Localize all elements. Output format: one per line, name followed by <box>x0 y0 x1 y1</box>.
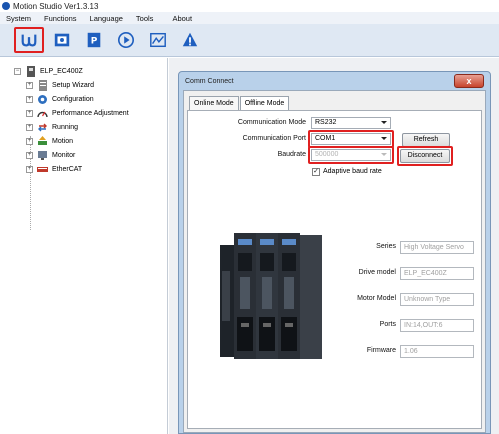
refresh-button[interactable]: Refresh <box>402 133 450 147</box>
expand-icon[interactable]: + <box>26 95 33 103</box>
menu-tools[interactable]: Tools <box>130 14 161 23</box>
connection-panel: Communication Mode RS232 Communication P… <box>187 110 482 429</box>
wizard-icon <box>37 79 48 91</box>
run-icon <box>117 31 135 49</box>
tree-item-ethercat[interactable]: + EtherCAT <box>0 162 167 176</box>
monitor-screen-button[interactable] <box>50 28 74 52</box>
expand-icon[interactable]: + <box>26 109 33 117</box>
tree-item-motion[interactable]: + Motion <box>0 134 167 148</box>
drive-icon <box>25 65 36 77</box>
window-title: Motion Studio Ver1.3.13 <box>13 1 99 11</box>
alarm-button[interactable] <box>178 28 202 52</box>
loop-arrows-icon <box>37 122 48 133</box>
motion-icon <box>37 135 48 147</box>
expand-icon[interactable]: + <box>26 165 33 173</box>
comm-mode-label: Communication Mode <box>237 119 306 126</box>
tab-online-mode[interactable]: Online Mode <box>189 96 239 110</box>
monitor-screen-icon <box>54 33 70 47</box>
tree-root[interactable]: − ELP_EC400Z <box>0 64 167 78</box>
ports-label: Ports <box>379 321 396 328</box>
connect-icon <box>21 34 37 47</box>
expand-icon[interactable]: + <box>26 151 33 159</box>
dialog-body: Online Mode Offline Mode Communication M… <box>183 90 486 433</box>
toolbar: P <box>0 24 499 57</box>
drive-model-field: ELP_EC400Z <box>400 267 474 280</box>
gauge-icon <box>37 108 48 119</box>
device-tree: − ELP_EC400Z + Setup Wizard + Configurat… <box>0 58 168 434</box>
tab-offline-mode[interactable]: Offline Mode <box>239 96 290 110</box>
comm-mode-select[interactable]: RS232 <box>311 117 391 129</box>
tree-item-performance-adjustment[interactable]: + Performance Adjustment <box>0 106 167 120</box>
baudrate-label: Baudrate <box>277 151 306 158</box>
app-logo-icon <box>2 2 10 10</box>
svg-text:P: P <box>91 37 98 47</box>
menu-about[interactable]: About <box>166 14 199 23</box>
series-label: Series <box>376 243 396 250</box>
scope-button[interactable] <box>146 28 170 52</box>
disconnect-highlight <box>397 146 453 166</box>
collapse-icon[interactable]: − <box>14 67 21 75</box>
tree-item-label: Running <box>52 123 79 131</box>
ports-field: IN:14,OUT:6 <box>400 319 474 332</box>
menu-functions[interactable]: Functions <box>38 14 84 23</box>
connect-button[interactable] <box>14 27 44 53</box>
tree-item-label: Configuration <box>52 95 94 103</box>
motor-model-label: Motor Model <box>357 295 396 302</box>
monitor-icon <box>37 150 48 161</box>
expand-icon[interactable]: + <box>26 123 33 131</box>
tree-item-running[interactable]: + Running <box>0 120 167 134</box>
tree-item-label: Motion <box>52 137 74 145</box>
close-button[interactable]: x <box>454 74 484 88</box>
chevron-down-icon <box>381 121 387 124</box>
tree-item-setup-wizard[interactable]: + Setup Wizard <box>0 78 167 92</box>
menu-bar: System Functions Language Tools About <box>0 12 499 24</box>
drive-unit <box>220 233 322 359</box>
menu-language[interactable]: Language <box>84 14 130 23</box>
tree-root-label: ELP_EC400Z <box>40 67 83 75</box>
menu-system[interactable]: System <box>0 14 38 23</box>
series-field: High Voltage Servo <box>400 241 474 254</box>
parameter-icon: P <box>87 32 101 48</box>
tree-item-label: Setup Wizard <box>52 81 95 89</box>
adaptive-baud-checkbox[interactable]: ✓ <box>312 168 320 176</box>
drive-model-label: Drive model <box>358 269 396 276</box>
comm-port-label: Communication Port <box>242 135 306 142</box>
comm-mode-value: RS232 <box>315 119 337 126</box>
adaptive-baud-label: Adaptive baud rate <box>323 168 382 175</box>
gear-icon <box>37 94 48 105</box>
tree-item-label: Monitor <box>52 151 76 159</box>
baudrate-highlight <box>308 146 394 164</box>
scope-icon <box>150 32 166 48</box>
firmware-label: Firmware <box>366 347 396 354</box>
title-bar: Motion Studio Ver1.3.13 <box>0 0 499 12</box>
tree-item-configuration[interactable]: + Configuration <box>0 92 167 106</box>
run-button[interactable] <box>114 28 138 52</box>
firmware-field: 1.06 <box>400 345 474 358</box>
expand-icon[interactable]: + <box>26 81 33 89</box>
dialog-title: Comm Connect <box>185 78 234 85</box>
tree-item-label: EtherCAT <box>52 165 83 173</box>
comm-connect-dialog: Comm Connect x Online Mode Offline Mode … <box>178 71 491 434</box>
mode-tabs: Online Mode Offline Mode <box>189 96 290 110</box>
ethercat-icon <box>37 164 48 175</box>
motor-model-field: Unknown Type <box>400 293 474 306</box>
tree-item-label: Performance Adjustment <box>52 109 129 117</box>
alarm-icon <box>182 32 198 47</box>
parameter-button[interactable]: P <box>82 28 106 52</box>
expand-icon[interactable]: + <box>26 137 33 145</box>
tree-item-monitor[interactable]: + Monitor <box>0 148 167 162</box>
servo-drive-image <box>220 233 322 359</box>
